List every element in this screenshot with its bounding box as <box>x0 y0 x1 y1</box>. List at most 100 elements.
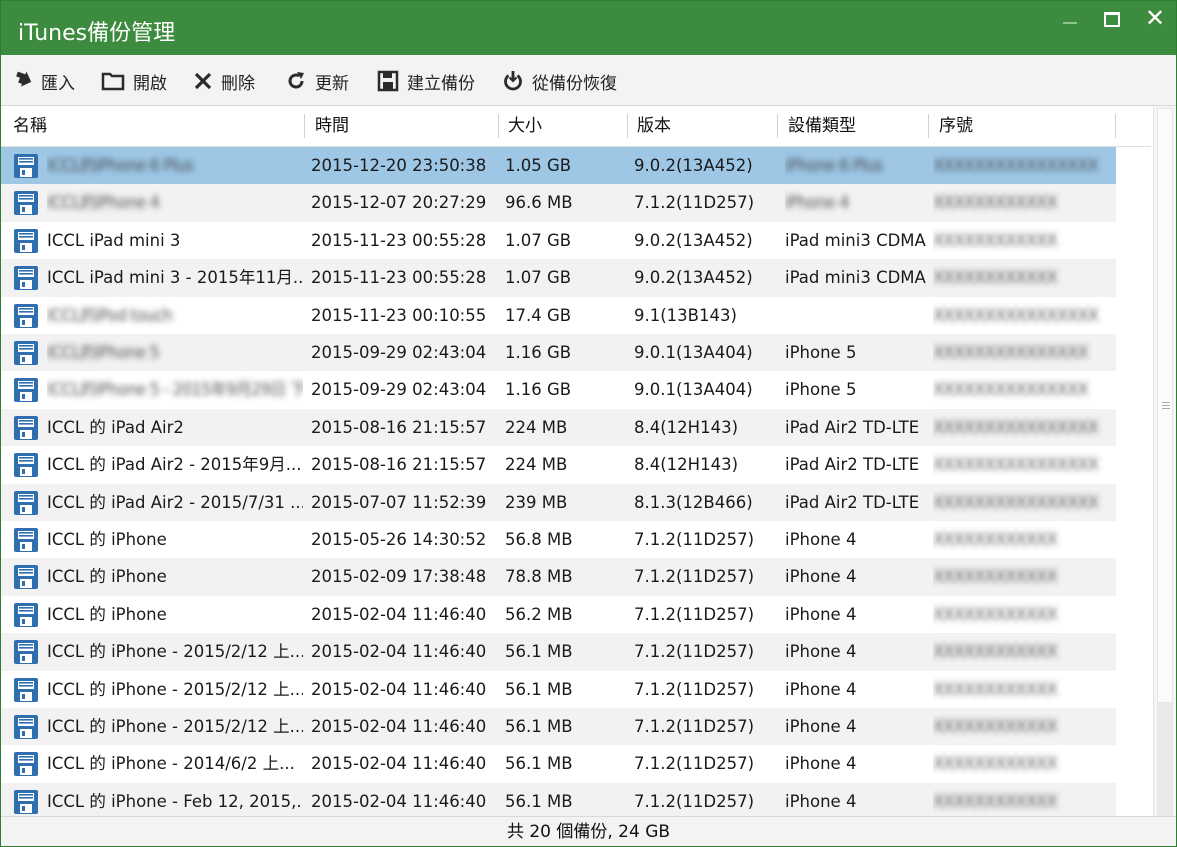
cell-device-type: iPad Air2 TD-LTE <box>785 492 920 512</box>
backup-file-icon <box>13 265 39 291</box>
cell-version: 9.0.2(13A452) <box>634 230 753 250</box>
cell-version: 9.0.2(13A452) <box>634 268 753 288</box>
cell-version: 7.1.2(11D257) <box>634 604 755 624</box>
table-row[interactable]: ICCL 的 iPhone - 2015/2/12 上... 2015-02-04… <box>1 633 1116 671</box>
cell-version: 7.1.2(11D257) <box>634 530 755 549</box>
cell-version: 7.1.2(11D257) <box>634 679 755 699</box>
cell-time: 2015-11-23 00:55:28 <box>311 268 487 288</box>
cell-name: ICCL iPad mini 3 - 2015年11月... <box>47 268 303 288</box>
cell-serial: XXXXXXXXXXXXXXXX <box>933 492 1099 512</box>
table-row[interactable]: ICCL 的 iPhone - 2015/2/12 上... 2015-02-04… <box>1 708 1116 746</box>
backup-file-icon <box>13 415 39 441</box>
cell-serial: XXXXXXXXXXXXXXXX <box>933 305 1099 325</box>
refresh-icon <box>288 72 304 89</box>
maximize-button[interactable] <box>1088 1 1136 37</box>
create-backup-button[interactable]: 建立備份 <box>377 68 475 94</box>
backup-file-icon <box>13 377 39 403</box>
cell-version: 7.1.2(11D257) <box>634 193 755 213</box>
cell-serial: XXXXXXXXXXXX <box>933 567 1058 587</box>
table-row[interactable]: ICCL的iPhone 4 2015-12-07 20:27:29 96.6 MB 7… <box>1 184 1116 222</box>
table-row[interactable]: ICCL 的 iPhone 2015-02-04 11:46:40 56.2 MB 7… <box>1 596 1116 633</box>
refresh-label: 更新 <box>315 73 349 94</box>
backup-file-icon <box>13 303 39 329</box>
title-bar: iTunes備份管理 ✕ <box>1 1 1176 55</box>
cell-time: 2015-11-23 00:55:28 <box>311 230 487 250</box>
cell-device-type: iPad Air2 TD-LTE <box>785 417 920 437</box>
refresh-button[interactable]: 更新 <box>285 68 349 94</box>
table-row[interactable]: ICCL 的 iPhone - 2014/6/2 上... 2015-02-04 … <box>1 745 1116 782</box>
restore-backup-label: 從備份恢復 <box>532 73 617 94</box>
table-row[interactable]: ICCL的iPod touch 2015-11-23 00:10:55 17.4 G… <box>1 297 1116 334</box>
table-row[interactable]: ICCL iPad mini 3 - 2015年11月... 2015-11-23… <box>1 259 1116 297</box>
cell-time: 2015-02-04 11:46:40 <box>311 791 487 811</box>
cell-name: ICCL的iPod touch <box>47 305 173 325</box>
column-header-size[interactable]: 大小 <box>498 106 626 146</box>
cell-serial: XXXXXXXXXXXXXXX <box>933 380 1089 400</box>
vertical-scrollbar[interactable] <box>1153 106 1176 816</box>
cell-time: 2015-09-29 02:43:04 <box>311 380 487 400</box>
minimize-button[interactable] <box>1046 1 1094 37</box>
column-header-device-type[interactable]: 設備類型 <box>778 106 928 146</box>
cell-name: ICCL 的 iPhone - 2014/6/2 上... <box>47 754 295 774</box>
table-header: 名稱 時間 大小 版本 設備類型 序號 <box>1 106 1151 147</box>
backup-file-icon <box>13 153 39 179</box>
table-row[interactable]: ICCL iPad mini 3 2015-11-23 00:55:28 1.07 … <box>1 222 1116 259</box>
column-header-name[interactable]: 名稱 <box>3 106 303 146</box>
cell-device-type: iPad mini3 CDMA <box>785 230 926 250</box>
column-header-time[interactable]: 時間 <box>305 106 497 146</box>
open-label: 開啟 <box>133 73 167 94</box>
column-header-serial[interactable]: 序號 <box>929 106 1115 146</box>
scrollbar-thumb[interactable] <box>1157 108 1173 703</box>
cell-time: 2015-12-07 20:27:29 <box>311 193 487 213</box>
table-row[interactable]: ICCL的iPhone 5 2015-09-29 02:43:04 1.16 GB 9… <box>1 334 1116 372</box>
open-button[interactable]: 開啟 <box>101 68 167 94</box>
cell-size: 1.05 GB <box>505 156 572 175</box>
maximize-icon <box>1104 11 1120 27</box>
backup-file-icon <box>13 751 39 777</box>
cell-name: ICCL 的 iPhone <box>47 567 167 587</box>
import-label: 匯入 <box>41 73 75 94</box>
cell-name: ICCL 的 iPad Air2 <box>47 417 184 437</box>
cell-device-type: iPhone 4 <box>785 530 857 549</box>
close-button[interactable]: ✕ <box>1131 1 1176 37</box>
cell-time: 2015-05-26 14:30:52 <box>311 530 487 549</box>
cell-time: 2015-12-20 23:50:38 <box>311 156 487 175</box>
table-row[interactable]: ICCL 的 iPhone - Feb 12, 2015,... 2015-02-… <box>1 782 1116 821</box>
cell-version: 9.0.1(13A404) <box>634 343 753 362</box>
cell-version: 7.1.2(11D257) <box>634 791 755 811</box>
cell-size: 224 MB <box>505 417 568 437</box>
cell-size: 56.1 MB <box>505 642 573 662</box>
cell-serial: XXXXXXXXXXXX <box>933 642 1058 662</box>
cell-time: 2015-02-04 11:46:40 <box>311 717 487 736</box>
minimize-icon <box>1063 22 1077 24</box>
table-row[interactable]: ICCL的iPhone 6 Plus 2015-12-20 23:50:38 1.0… <box>1 147 1116 185</box>
table-row[interactable]: ICCL 的 iPhone 2015-05-26 14:30:52 56.8 MB 7… <box>1 521 1116 558</box>
import-arrow-icon <box>16 71 32 87</box>
cell-serial: XXXXXXXXXXXXXXX <box>933 343 1089 362</box>
delete-button[interactable]: 刪除 <box>193 68 255 94</box>
cell-device-type: iPhone 5 <box>785 380 857 400</box>
table-row[interactable]: ICCL 的 iPad Air2 - 2015年9月... 2015-08-16 … <box>1 446 1116 483</box>
table-row[interactable]: ICCL 的 iPad Air2 2015-08-16 21:15:57 224 M… <box>1 408 1116 447</box>
cell-size: 17.4 GB <box>505 305 572 325</box>
column-header-version[interactable]: 版本 <box>627 106 777 146</box>
folder-icon <box>101 72 125 91</box>
cell-time: 2015-11-23 00:10:55 <box>311 305 487 325</box>
cell-size: 1.16 GB <box>505 380 572 400</box>
import-button[interactable]: 匯入 <box>13 68 75 94</box>
cell-time: 2015-02-09 17:38:48 <box>311 567 487 587</box>
backup-file-icon <box>13 564 39 590</box>
cell-version: 9.0.1(13A404) <box>634 380 753 400</box>
cell-time: 2015-02-04 11:46:40 <box>311 679 487 699</box>
table-row[interactable]: ICCL 的 iPad Air2 - 2015/7/31 ... 2015-07-… <box>1 483 1116 521</box>
cell-size: 56.1 MB <box>505 754 573 774</box>
cell-serial: XXXXXXXXXXXX <box>933 791 1058 811</box>
column-separator[interactable] <box>1115 114 1116 138</box>
restore-backup-button[interactable]: 從備份恢復 <box>502 68 617 94</box>
table-row[interactable]: ICCL的iPhone 5 - 2015年9月29日 下午 2015-09-29 … <box>1 371 1116 408</box>
cell-version: 8.4(12H143) <box>634 417 739 437</box>
backup-file-icon <box>13 452 39 478</box>
table-row[interactable]: ICCL 的 iPhone - 2015/2/12 上... 2015-02-04… <box>1 671 1116 708</box>
table-row[interactable]: ICCL 的 iPhone 2015-02-09 17:38:48 78.8 MB 7… <box>1 558 1116 596</box>
scrollbar-track[interactable] <box>1157 703 1173 816</box>
